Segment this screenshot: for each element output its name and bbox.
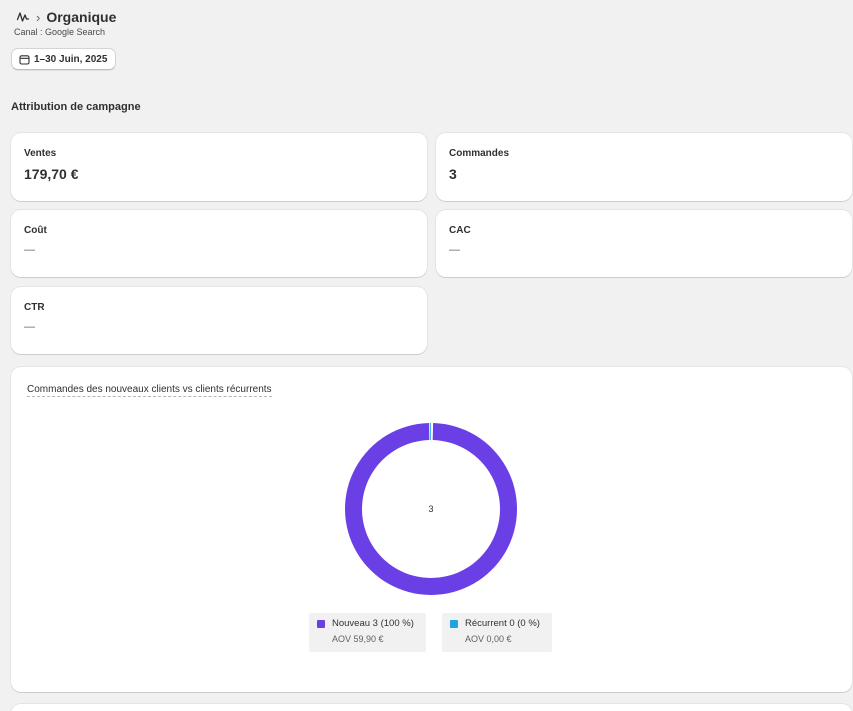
metric-value: — <box>24 321 35 333</box>
metric-card-ctr: CTR — <box>11 287 427 354</box>
date-range-label: 1–30 Juin, 2025 <box>34 53 108 65</box>
metric-card-commandes: Commandes 3 <box>436 133 852 201</box>
metric-label: CTR <box>24 302 45 313</box>
metric-card-cout: Coût — <box>11 210 427 277</box>
donut-chart: 3 <box>345 423 517 595</box>
chart-card: Commandes des nouveaux clients vs client… <box>11 367 852 692</box>
donut-slice-recurrent[interactable] <box>429 423 431 441</box>
chevron-right-icon: › <box>36 9 41 25</box>
metric-value: — <box>24 244 35 256</box>
section-title: Attribution de campagne <box>11 101 141 113</box>
page-header: › Organique Canal : Google Search <box>14 9 116 37</box>
legend-aov: AOV 0,00 € <box>465 634 512 644</box>
metric-label: CAC <box>449 225 471 236</box>
calendar-icon <box>19 54 30 65</box>
metric-value: 179,70 € <box>24 166 79 182</box>
metric-value: 3 <box>449 166 457 182</box>
legend-item-nouveau[interactable]: Nouveau 3 (100 %) AOV 59,90 € <box>309 613 426 652</box>
legend-swatch-recurrent <box>450 620 458 628</box>
donut-center-label: 3 <box>428 504 433 514</box>
metric-value: — <box>449 244 460 256</box>
trend-line-icon[interactable] <box>16 10 30 24</box>
metric-label: Coût <box>24 225 47 236</box>
legend-swatch-nouveau <box>317 620 325 628</box>
date-range-button[interactable]: 1–30 Juin, 2025 <box>11 48 117 70</box>
chart-title[interactable]: Commandes des nouveaux clients vs client… <box>27 384 272 397</box>
legend-label: Récurrent 0 (0 %) <box>465 618 540 629</box>
metric-card-ventes: Ventes 179,70 € <box>11 133 427 201</box>
legend-label: Nouveau 3 (100 %) <box>332 618 414 629</box>
metric-card-cac: CAC — <box>436 210 852 277</box>
legend-item-recurrent[interactable]: Récurrent 0 (0 %) AOV 0,00 € <box>442 613 552 652</box>
page-subtitle: Canal : Google Search <box>14 27 106 37</box>
page-title: Organique <box>46 9 117 25</box>
metric-label: Commandes <box>449 148 510 159</box>
legend-aov: AOV 59,90 € <box>332 634 384 644</box>
next-card <box>11 704 852 711</box>
breadcrumb: › Organique <box>16 9 116 25</box>
metric-label: Ventes <box>24 148 57 159</box>
